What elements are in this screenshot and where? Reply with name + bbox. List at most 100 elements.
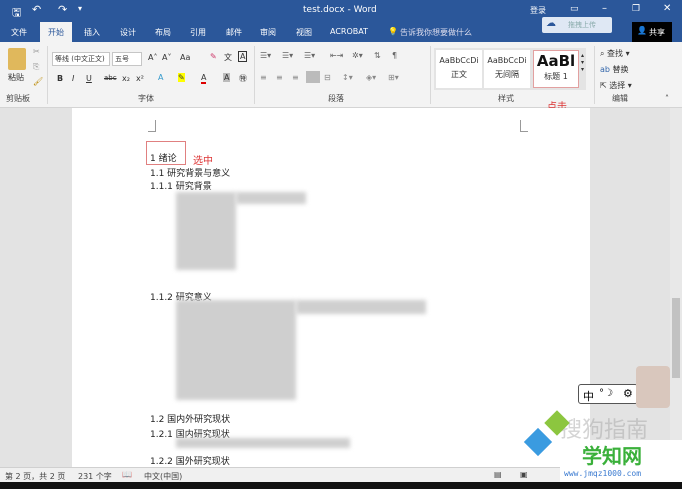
heading-3[interactable]: 1.1.1 研究背景	[150, 179, 212, 192]
tab-design[interactable]: 设计	[120, 27, 136, 38]
copy-icon[interactable]: ⎘	[33, 62, 39, 72]
align-center-icon[interactable]: ≡	[276, 73, 283, 82]
ime-punct-icon[interactable]: °☽	[599, 388, 613, 399]
tab-view[interactable]: 视图	[296, 27, 312, 38]
word-count[interactable]: 231 个字	[78, 471, 112, 482]
heading-3[interactable]: 1.2.2 国外研究现状	[150, 454, 230, 467]
bullets-icon[interactable]: ☰▾	[260, 51, 271, 60]
paste-button[interactable]: 粘贴	[8, 72, 24, 83]
line-spacing-icon[interactable]: ↕▾	[342, 73, 353, 82]
align-left-icon[interactable]: ≡	[260, 73, 267, 82]
shrink-font-icon[interactable]: A˅	[162, 53, 171, 62]
style-heading-1[interactable]: AaBl 标题 1	[533, 50, 579, 88]
font-group-label: 字体	[138, 94, 154, 103]
italic-button[interactable]: I	[72, 74, 74, 83]
share-label: 共享	[649, 28, 665, 37]
tab-home[interactable]: 开始	[40, 22, 72, 42]
tab-layout[interactable]: 布局	[155, 27, 171, 38]
justify-icon[interactable]	[306, 71, 320, 83]
ime-lang[interactable]: 中	[583, 388, 594, 404]
cut-icon[interactable]: ✂	[33, 47, 40, 56]
styles-scroll-icon[interactable]: ▴ ▾ ▾	[581, 52, 584, 73]
align-right-icon[interactable]: ≡	[292, 73, 299, 82]
character-shading-icon[interactable]: A	[223, 73, 231, 82]
style-no-spacing[interactable]: AaBbCcDi 无间隔	[484, 50, 530, 88]
scroll-thumb[interactable]	[672, 298, 680, 378]
style-name: 标题 1	[544, 72, 568, 81]
taskbar	[0, 482, 682, 489]
numbering-icon[interactable]: ☰▾	[282, 51, 293, 60]
customize-qat-icon[interactable]: ▾	[78, 4, 82, 13]
tab-review[interactable]: 审阅	[260, 27, 276, 38]
underline-button[interactable]: U	[86, 74, 92, 83]
undo-icon[interactable]: ↶	[32, 3, 41, 16]
share-button[interactable]: 👤 共享	[632, 22, 672, 42]
tab-references[interactable]: 引用	[190, 27, 206, 38]
change-case-button[interactable]: Aa	[180, 53, 190, 62]
font-size-select[interactable]: 五号	[112, 52, 142, 66]
paste-icon[interactable]	[8, 48, 26, 70]
bold-button[interactable]: B	[57, 74, 63, 83]
blurred-content	[176, 300, 296, 400]
upload-button[interactable]: ☁ 拖拽上传	[542, 17, 612, 33]
font-name-select[interactable]: 等线 (中文正文)	[52, 52, 110, 66]
login-link[interactable]: 登录	[530, 5, 546, 16]
site-name: 学知网	[582, 444, 642, 468]
borders-icon[interactable]: ⊞▾	[388, 73, 399, 82]
text-effects-icon[interactable]: A	[158, 73, 163, 82]
show-marks-icon[interactable]: ¶	[392, 51, 397, 60]
page-count[interactable]: 第 2 页，共 2 页	[5, 471, 65, 482]
ime-toolbar[interactable]: 中 °☽ ⚙	[578, 384, 638, 404]
tab-file[interactable]: 文件	[11, 27, 27, 38]
ime-settings-icon[interactable]: ⚙	[623, 387, 633, 400]
minimize-button[interactable]: –	[602, 3, 607, 14]
highlight-icon[interactable]: ✎	[178, 73, 185, 82]
blurred-content	[176, 192, 236, 270]
person-icon: 👤	[637, 26, 647, 35]
multilevel-list-icon[interactable]: ☰▾	[304, 51, 315, 60]
restore-button[interactable]: ❐	[632, 4, 640, 14]
format-painter-icon[interactable]: 🖌	[33, 77, 43, 86]
tab-insert[interactable]: 插入	[84, 27, 100, 38]
paragraph-group-label: 段落	[328, 94, 344, 103]
ime-avatar	[636, 366, 670, 408]
proofing-icon[interactable]: 📖	[122, 470, 132, 479]
margin-corner	[520, 120, 528, 132]
heading-2[interactable]: 1.2 国内外研究现状	[150, 412, 230, 425]
heading-2[interactable]: 1.1 研究背景与意义	[150, 166, 230, 179]
distributed-icon[interactable]: ⊟	[324, 73, 331, 82]
tab-mailings[interactable]: 邮件	[226, 27, 242, 38]
close-button[interactable]: ✕	[663, 3, 671, 14]
asian-layout-icon[interactable]: ✲▾	[352, 51, 363, 60]
subscript-button[interactable]: x₂	[122, 74, 130, 83]
tell-me-input[interactable]: 告诉我你想要做什么	[400, 27, 472, 38]
find-button[interactable]: ⌕ 查找 ▾	[600, 48, 630, 59]
superscript-button[interactable]: x²	[136, 74, 144, 83]
font-color-icon[interactable]: A	[201, 73, 207, 84]
replace-button[interactable]: ab 替换	[600, 64, 629, 75]
style-preview: AaBl	[536, 52, 576, 70]
collapse-ribbon-icon[interactable]: ˄	[665, 94, 669, 103]
enclose-characters-icon[interactable]: ㊕	[239, 73, 247, 84]
phonetic-guide-icon[interactable]: 文	[224, 52, 232, 63]
read-mode-icon[interactable]: ▤	[494, 470, 502, 479]
strikethrough-button[interactable]: abc	[104, 74, 117, 82]
indent-icon[interactable]: ⇤⇥	[330, 51, 343, 60]
character-border-icon[interactable]: A	[238, 51, 248, 62]
clear-format-icon[interactable]: ✎	[210, 52, 217, 61]
sort-icon[interactable]: ⇅	[374, 51, 381, 60]
heading-1[interactable]: 1 绪论	[150, 151, 177, 164]
grow-font-icon[interactable]: A˄	[148, 53, 157, 62]
save-icon[interactable]: 🖫	[12, 4, 21, 23]
style-normal[interactable]: AaBbCcDi 正文	[436, 50, 482, 88]
redo-icon[interactable]: ↷	[58, 3, 67, 16]
window-title: test.docx - Word	[303, 5, 377, 15]
shading-icon[interactable]: ◈▾	[366, 73, 376, 82]
ribbon-display-icon[interactable]: ▭	[570, 4, 579, 14]
tab-acrobat[interactable]: ACROBAT	[330, 27, 368, 36]
select-button[interactable]: ⇱ 选择 ▾	[600, 80, 632, 91]
select-label: 选择	[609, 81, 626, 90]
vertical-scrollbar[interactable]	[670, 108, 682, 467]
language-indicator[interactable]: 中文(中国)	[144, 471, 182, 482]
print-layout-icon[interactable]: ▣	[520, 470, 528, 479]
